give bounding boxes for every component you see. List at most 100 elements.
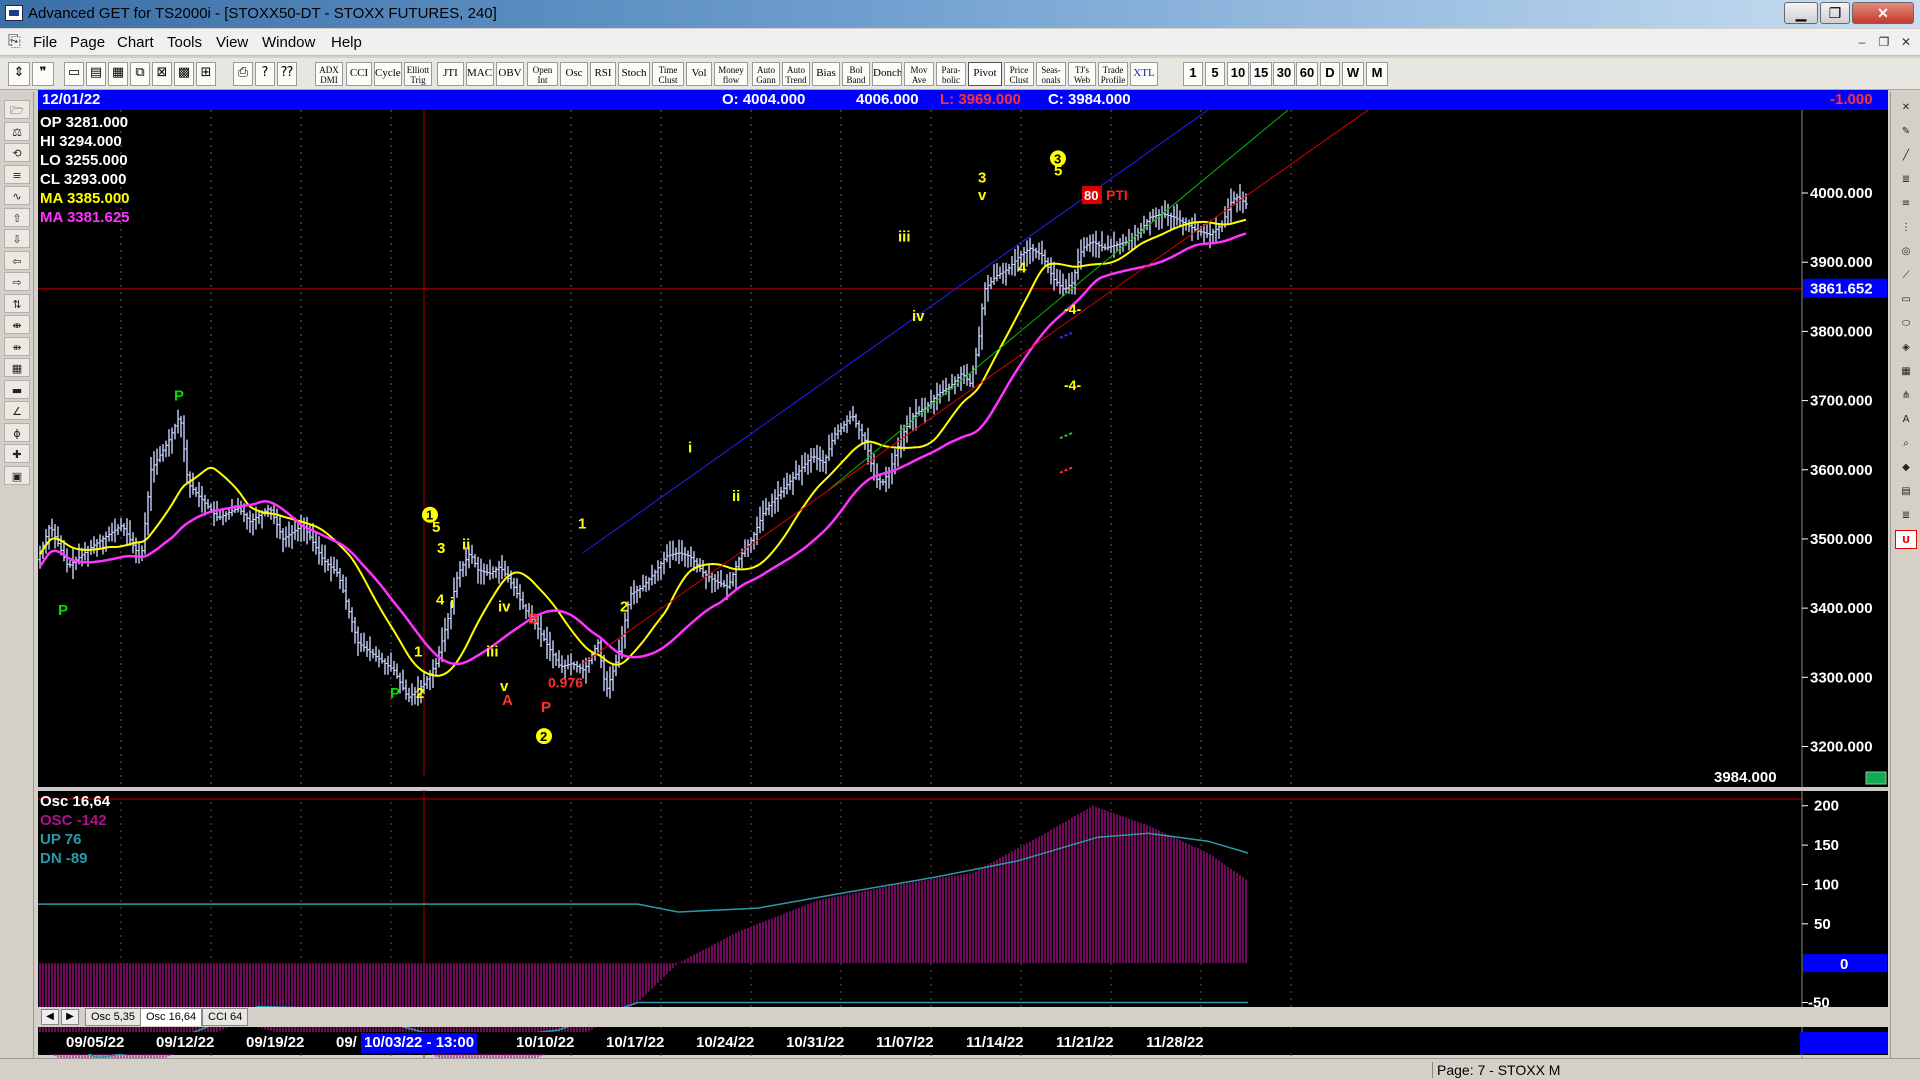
spread-icon[interactable]: ⇼ — [4, 315, 30, 334]
auto-gann-button[interactable]: Auto Gann — [752, 62, 780, 86]
arrow-left-icon[interactable]: ⇦ — [4, 250, 30, 270]
period-30-button[interactable]: 30 — [1273, 62, 1295, 86]
close-button[interactable]: ✕ — [1852, 2, 1914, 24]
bol-band-button[interactable]: Bol Band — [842, 62, 870, 86]
lines-icon[interactable]: ▬ — [4, 379, 30, 399]
fib-retracement-icon[interactable]: ≣ — [1895, 170, 1917, 189]
vol-button[interactable]: Vol — [686, 62, 712, 86]
osc-button[interactable]: Osc — [560, 62, 588, 86]
money-flow-button[interactable]: Money flow — [714, 62, 748, 86]
para-bolic-button[interactable]: Para- bolic — [936, 62, 966, 86]
seas-onals-button[interactable]: Seas- onals — [1036, 62, 1066, 86]
mdi-minimize-button[interactable]: – — [1852, 33, 1872, 51]
arrow-up-icon[interactable]: ⇧ — [4, 207, 30, 227]
rsi-button[interactable]: RSI — [590, 62, 616, 86]
trade-profile-button[interactable]: Trade Profile — [1098, 62, 1128, 86]
donch-button[interactable]: Donch — [872, 62, 902, 86]
price-pane[interactable]: 4000.000 3900.000 3800.000 3700.000 3600.000… — [38, 110, 1888, 788]
menu-file[interactable]: File — [33, 34, 57, 51]
circle-icon[interactable]: ◎ — [1895, 242, 1917, 261]
jti-button[interactable]: JTI — [437, 62, 464, 86]
price-chart[interactable]: 4000.000 3900.000 3800.000 3700.000 3600.000… — [38, 110, 1888, 788]
obv-button[interactable]: OBV — [496, 62, 524, 86]
period-daily-button[interactable]: D — [1320, 62, 1340, 86]
mdi-close-button[interactable]: ✕ — [1896, 33, 1916, 51]
new-page-icon[interactable]: ▭ — [64, 62, 84, 86]
reset-icon[interactable]: ⟲ — [4, 143, 30, 162]
split-icon[interactable]: ⇅ — [4, 293, 30, 313]
list-tool-icon[interactable]: ≣ — [1895, 506, 1917, 525]
tab-osc-5-35[interactable]: Osc 5,35 — [85, 1008, 142, 1026]
pencil-icon[interactable]: ✎ — [1895, 122, 1917, 141]
compress-icon[interactable]: ⇻ — [4, 336, 30, 356]
price-clust-button[interactable]: Price Clust — [1004, 62, 1034, 86]
open-page-icon[interactable]: ▤ — [86, 62, 106, 86]
elliott-trig-button[interactable]: Elliott Trig — [404, 62, 432, 86]
tab-osc-16-64[interactable]: Osc 16,64 — [140, 1008, 203, 1026]
quote-icon[interactable]: ❞ — [32, 62, 54, 86]
period-5-button[interactable]: 5 — [1205, 62, 1225, 86]
bias-button[interactable]: Bias — [812, 62, 840, 86]
zoom-icon[interactable]: ⌕ — [1895, 434, 1917, 453]
tab-cci-64[interactable]: CCI 64 — [202, 1008, 249, 1026]
grid-icon[interactable]: ▩ — [174, 62, 194, 86]
menu-view[interactable]: View — [216, 34, 248, 51]
mdi-restore-button[interactable]: ❐ — [1874, 33, 1894, 51]
xtl-button[interactable]: XTL — [1130, 62, 1158, 86]
adx-dmi-button[interactable]: ADX DMI — [315, 62, 343, 86]
help-icon[interactable]: ? — [255, 62, 275, 86]
minimize-button[interactable]: ▁ — [1784, 2, 1818, 24]
date-scroll-indicator[interactable] — [1800, 1032, 1888, 1054]
print-icon[interactable]: ⎙ — [233, 62, 253, 86]
link-icon[interactable]: ⊠ — [152, 62, 172, 86]
fan-icon[interactable]: ⟋ — [1895, 266, 1917, 285]
table-tool-icon[interactable]: ▦ — [4, 358, 30, 377]
menu-window[interactable]: Window — [262, 34, 315, 51]
auto-trend-button[interactable]: Auto Trend — [782, 62, 810, 86]
menu-tools[interactable]: Tools — [167, 34, 202, 51]
menu-page[interactable]: Page — [70, 34, 105, 51]
study-icon[interactable]: ⚖ — [4, 121, 30, 141]
maximize-button[interactable]: ❐ — [1820, 2, 1850, 24]
marker-icon[interactable]: ◆ — [1895, 458, 1917, 477]
chart-icon[interactable]: ▦ — [108, 62, 128, 86]
period-10-button[interactable]: 10 — [1227, 62, 1249, 86]
text-a-icon[interactable]: A — [1895, 410, 1917, 429]
stoch-button[interactable]: Stoch — [618, 62, 650, 86]
tab-prev-icon[interactable]: ◀ — [41, 1009, 59, 1025]
period-1-button[interactable]: 1 — [1183, 62, 1203, 86]
period-weekly-button[interactable]: W — [1342, 62, 1364, 86]
fib-extension-icon[interactable]: ≡ — [1895, 194, 1917, 213]
pointer-icon[interactable]: ⇕ — [8, 62, 30, 86]
mov-ave-button[interactable]: Mov Ave — [904, 62, 934, 86]
time-clust-button[interactable]: Time Clust — [652, 62, 684, 86]
grid-tool-icon[interactable]: ▦ — [1895, 362, 1917, 381]
pivot-button[interactable]: Pivot — [968, 62, 1002, 86]
tjs-web-button[interactable]: TJ's Web — [1068, 62, 1096, 86]
line-tool-icon[interactable]: ╱ — [1895, 146, 1917, 165]
crosshair-icon[interactable]: ✚ — [4, 444, 30, 463]
tab-next-icon[interactable]: ▶ — [61, 1009, 79, 1025]
cycles-button[interactable]: Cycles — [374, 62, 402, 86]
cci-button[interactable]: CCI — [346, 62, 372, 86]
table-icon[interactable]: ⊞ — [196, 62, 216, 86]
elliott-icon[interactable]: ∿ — [4, 186, 30, 205]
save-icon[interactable]: ▣ — [4, 465, 30, 485]
u-tool-icon[interactable]: U — [1895, 530, 1917, 549]
ellipse-icon[interactable]: ⬭ — [1895, 314, 1917, 333]
open-icon[interactable]: 🗁 — [4, 100, 30, 119]
period-60-button[interactable]: 60 — [1296, 62, 1318, 86]
pitchfork-icon[interactable]: ⋔ — [1895, 386, 1917, 405]
menu-chart[interactable]: Chart — [117, 34, 154, 51]
document-icon[interactable]: ⎘ — [8, 33, 21, 51]
arrow-down-icon[interactable]: ⇩ — [4, 229, 30, 248]
study-list-icon[interactable]: ≡ — [4, 164, 30, 184]
period-15-button[interactable]: 15 — [1250, 62, 1272, 86]
copy-icon[interactable]: ⧉ — [130, 62, 150, 86]
box-icon[interactable]: ▭ — [1895, 290, 1917, 309]
arrow-right-icon[interactable]: ⇨ — [4, 272, 30, 291]
fib-icon[interactable]: ϕ — [4, 422, 30, 442]
close-x-icon[interactable]: ✕ — [1895, 98, 1917, 117]
macd-button[interactable]: MACD — [466, 62, 494, 86]
pti-icon[interactable]: ◈ — [1895, 338, 1917, 357]
